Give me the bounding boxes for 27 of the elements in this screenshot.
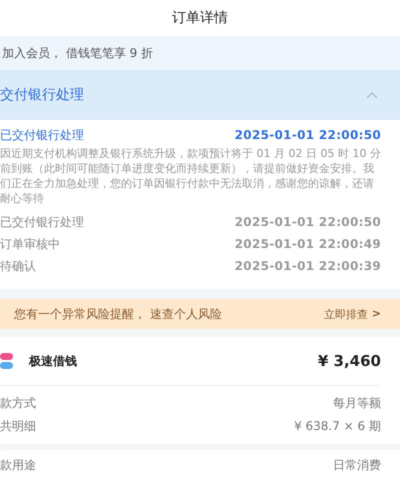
step-label: 已交付银行处理: [0, 214, 84, 230]
product-name: 极速借钱: [29, 352, 78, 370]
loan-amount: ¥ 3,460: [318, 352, 381, 370]
detail-label: 款用途: [0, 457, 36, 474]
step-label: 已交付银行处理: [0, 126, 84, 144]
member-promo-text: 加入会员， 借钱笔笔享 9 折: [2, 44, 154, 62]
detail-value: ¥ 638.7 × 6 期: [294, 418, 381, 435]
step-time: 2025-01-01 22:00:50: [234, 215, 381, 229]
step-time: 2025-01-01 22:00:49: [234, 237, 381, 251]
collapse-icon[interactable]: [366, 92, 378, 98]
risk-text: 您有一个异常风险提醒， 速查个人风险: [14, 306, 222, 322]
step-label: 待确认: [0, 258, 36, 274]
detail-value: 日常消费: [333, 457, 381, 474]
member-banner[interactable]: 加入会员， 借钱笔笔享 9 折: [0, 36, 400, 70]
step-label: 订单审核中: [0, 236, 60, 252]
detail-label: 共明细: [0, 418, 36, 435]
detail-value: 每月等额: [333, 395, 381, 412]
check-now-link[interactable]: 立即排查 >: [324, 306, 381, 322]
step-description: 因近期支付机构调整及银行系统升级，款项预计将于 01 月 02 日 05 时 10 分前到账（此时间可能随订单进度变化而持续更新），请提前做好资金安排。我们正在全力加急处理，您的订单因银行付款中无法取消，感谢您的谅解，还请耐心等待: [0, 146, 381, 206]
page-title: 订单详情: [172, 9, 228, 27]
status-panel[interactable]: 交付银行处理: [0, 70, 400, 120]
step-time: 2025-01-01 22:00:39: [234, 259, 381, 273]
step-time: 2025-01-01 22:00:50: [234, 128, 381, 142]
risk-banner[interactable]: 您有一个异常风险提醒， 速查个人风险 立即排查 >: [0, 299, 400, 329]
status-title: 交付银行处理: [0, 86, 84, 104]
detail-label: 款方式: [0, 395, 36, 412]
app-logo-icon: [0, 353, 13, 369]
